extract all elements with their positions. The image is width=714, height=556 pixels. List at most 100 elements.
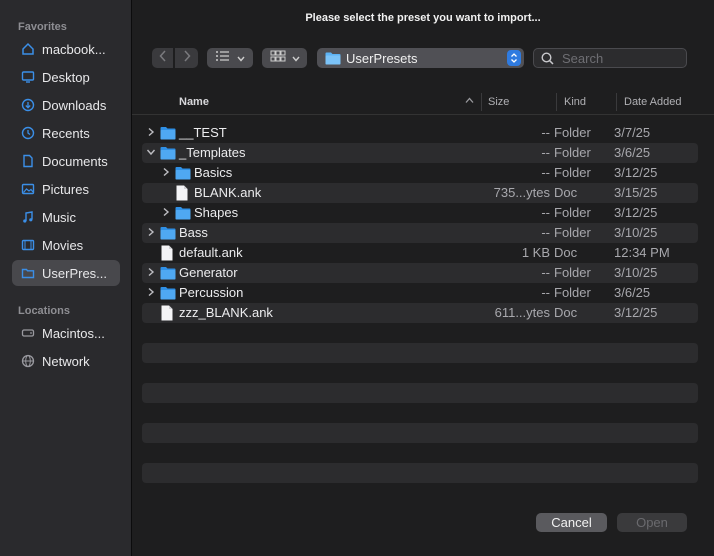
file-size: --: [541, 125, 550, 140]
file-date-added: 3/12/25: [614, 305, 658, 320]
sidebar-item-recents[interactable]: Recents: [12, 120, 120, 146]
open-button[interactable]: Open: [617, 513, 687, 532]
file-size: --: [541, 205, 550, 220]
file-kind: Folder: [554, 285, 591, 300]
sidebar-item-home[interactable]: macbook...: [12, 36, 120, 62]
disclosure-collapsed-icon[interactable]: [161, 207, 171, 219]
sidebar-item-userpresets[interactable]: UserPres...: [12, 260, 120, 286]
clock-icon: [19, 124, 37, 142]
column-kind[interactable]: Kind: [564, 96, 586, 108]
sidebar-item-label: Downloads: [42, 97, 107, 113]
sidebar-item-downloads[interactable]: Downloads: [12, 92, 120, 118]
disclosure-collapsed-icon[interactable]: [146, 127, 156, 139]
search-input[interactable]: [560, 49, 684, 67]
sidebar-item-desktop[interactable]: Desktop: [12, 64, 120, 90]
sidebar-item-pictures[interactable]: Pictures: [12, 176, 120, 202]
path-popup[interactable]: UserPresets: [317, 48, 524, 68]
folder-icon: [160, 126, 176, 140]
sidebar-item-label: Pictures: [42, 181, 89, 197]
file-kind: Folder: [554, 165, 591, 180]
file-row[interactable]: Percussion -- Folder 3/6/25: [142, 283, 698, 303]
empty-row: [142, 423, 698, 443]
file-row[interactable]: Shapes -- Folder 3/12/25: [142, 203, 698, 223]
sidebar-item-label: UserPres...: [42, 265, 108, 281]
file-size: --: [541, 285, 550, 300]
view-list-button[interactable]: [207, 48, 253, 68]
file-kind: Doc: [554, 305, 578, 320]
cancel-button[interactable]: Cancel: [536, 513, 607, 532]
main-pane: Please select the preset you want to imp…: [132, 0, 714, 556]
column-date-added[interactable]: Date Added: [624, 96, 682, 108]
empty-row: [142, 383, 698, 403]
folder-icon: [160, 226, 176, 240]
file-row[interactable]: default.ank 1 KB Doc 12:34 PM: [142, 243, 698, 263]
column-header: Name Size Kind Date Added: [132, 90, 714, 115]
file-size: --: [541, 225, 550, 240]
file-date-added: 12:34 PM: [614, 245, 670, 260]
file-kind: Folder: [554, 265, 591, 280]
back-button[interactable]: [152, 48, 173, 68]
file-name: zzz_BLANK.ank: [179, 305, 273, 320]
file-row[interactable]: BLANK.ank 735...ytes Doc 3/15/25: [142, 183, 698, 203]
search-field[interactable]: [533, 48, 687, 68]
file-name: Generator: [179, 265, 238, 280]
file-name: Percussion: [179, 285, 244, 300]
document-icon: [19, 152, 37, 170]
column-divider: [616, 93, 617, 111]
file-row[interactable]: zzz_BLANK.ank 611...ytes Doc 3/12/25: [142, 303, 698, 323]
sidebar-item-label: Network: [42, 353, 90, 369]
file-row[interactable]: Bass -- Folder 3/10/25: [142, 223, 698, 243]
sidebar-item-macintosh-hd[interactable]: Macintos...: [12, 320, 120, 346]
column-name[interactable]: Name: [179, 96, 209, 108]
sidebar-item-documents[interactable]: Documents: [12, 148, 120, 174]
disclosure-expanded-icon[interactable]: [146, 147, 156, 159]
file-kind: Folder: [554, 205, 591, 220]
sidebar: Favorites macbook... Desktop Downloads R…: [0, 0, 132, 556]
file-date-added: 3/10/25: [614, 265, 658, 280]
file-name: _Templates: [179, 145, 246, 160]
network-globe-icon: [19, 352, 37, 370]
column-size[interactable]: Size: [488, 96, 509, 108]
file-name: __TEST: [179, 125, 227, 140]
view-grid-button[interactable]: [262, 48, 307, 68]
disclosure-collapsed-icon[interactable]: [146, 287, 156, 299]
file-row[interactable]: Generator -- Folder 3/10/25: [142, 263, 698, 283]
chevron-right-icon: [183, 49, 191, 67]
file-date-added: 3/6/25: [614, 145, 651, 160]
empty-row: [142, 343, 698, 363]
locations-header: Locations: [18, 305, 70, 317]
disclosure-collapsed-icon[interactable]: [146, 267, 156, 279]
sidebar-item-label: Recents: [42, 125, 90, 141]
file-kind: Folder: [554, 125, 591, 140]
chevron-left-icon: [158, 49, 167, 67]
file-size: 611...ytes: [494, 305, 550, 320]
disk-icon: [19, 324, 37, 342]
updown-chevron-icon: [507, 50, 521, 66]
file-name: BLANK.ank: [194, 185, 262, 200]
search-icon: [541, 51, 554, 65]
file-name: default.ank: [179, 245, 243, 260]
file-row[interactable]: Basics -- Folder 3/12/25: [142, 163, 698, 183]
sidebar-item-network[interactable]: Network: [12, 348, 120, 374]
disclosure-collapsed-icon[interactable]: [161, 167, 171, 179]
file-date-added: 3/15/25: [614, 185, 658, 200]
sidebar-item-label: Macintos...: [42, 325, 105, 341]
pictures-icon: [19, 180, 37, 198]
forward-button[interactable]: [175, 48, 198, 68]
file-kind: Folder: [554, 225, 591, 240]
sort-ascending-icon: [465, 95, 474, 107]
path-label: UserPresets: [346, 50, 418, 66]
chevron-down-icon: [237, 49, 245, 67]
folder-icon: [160, 286, 176, 300]
movies-icon: [19, 236, 37, 254]
file-row[interactable]: __TEST -- Folder 3/7/25: [142, 123, 698, 143]
file-name: Shapes: [194, 205, 239, 220]
sidebar-item-movies[interactable]: Movies: [12, 232, 120, 258]
disclosure-collapsed-icon[interactable]: [146, 227, 156, 239]
file-size: 1 KB: [521, 245, 550, 260]
file-row[interactable]: _Templates -- Folder 3/6/25: [142, 143, 698, 163]
music-note-icon: [19, 208, 37, 226]
folder-icon: [160, 266, 176, 280]
file-kind: Doc: [554, 245, 578, 260]
sidebar-item-music[interactable]: Music: [12, 204, 120, 230]
